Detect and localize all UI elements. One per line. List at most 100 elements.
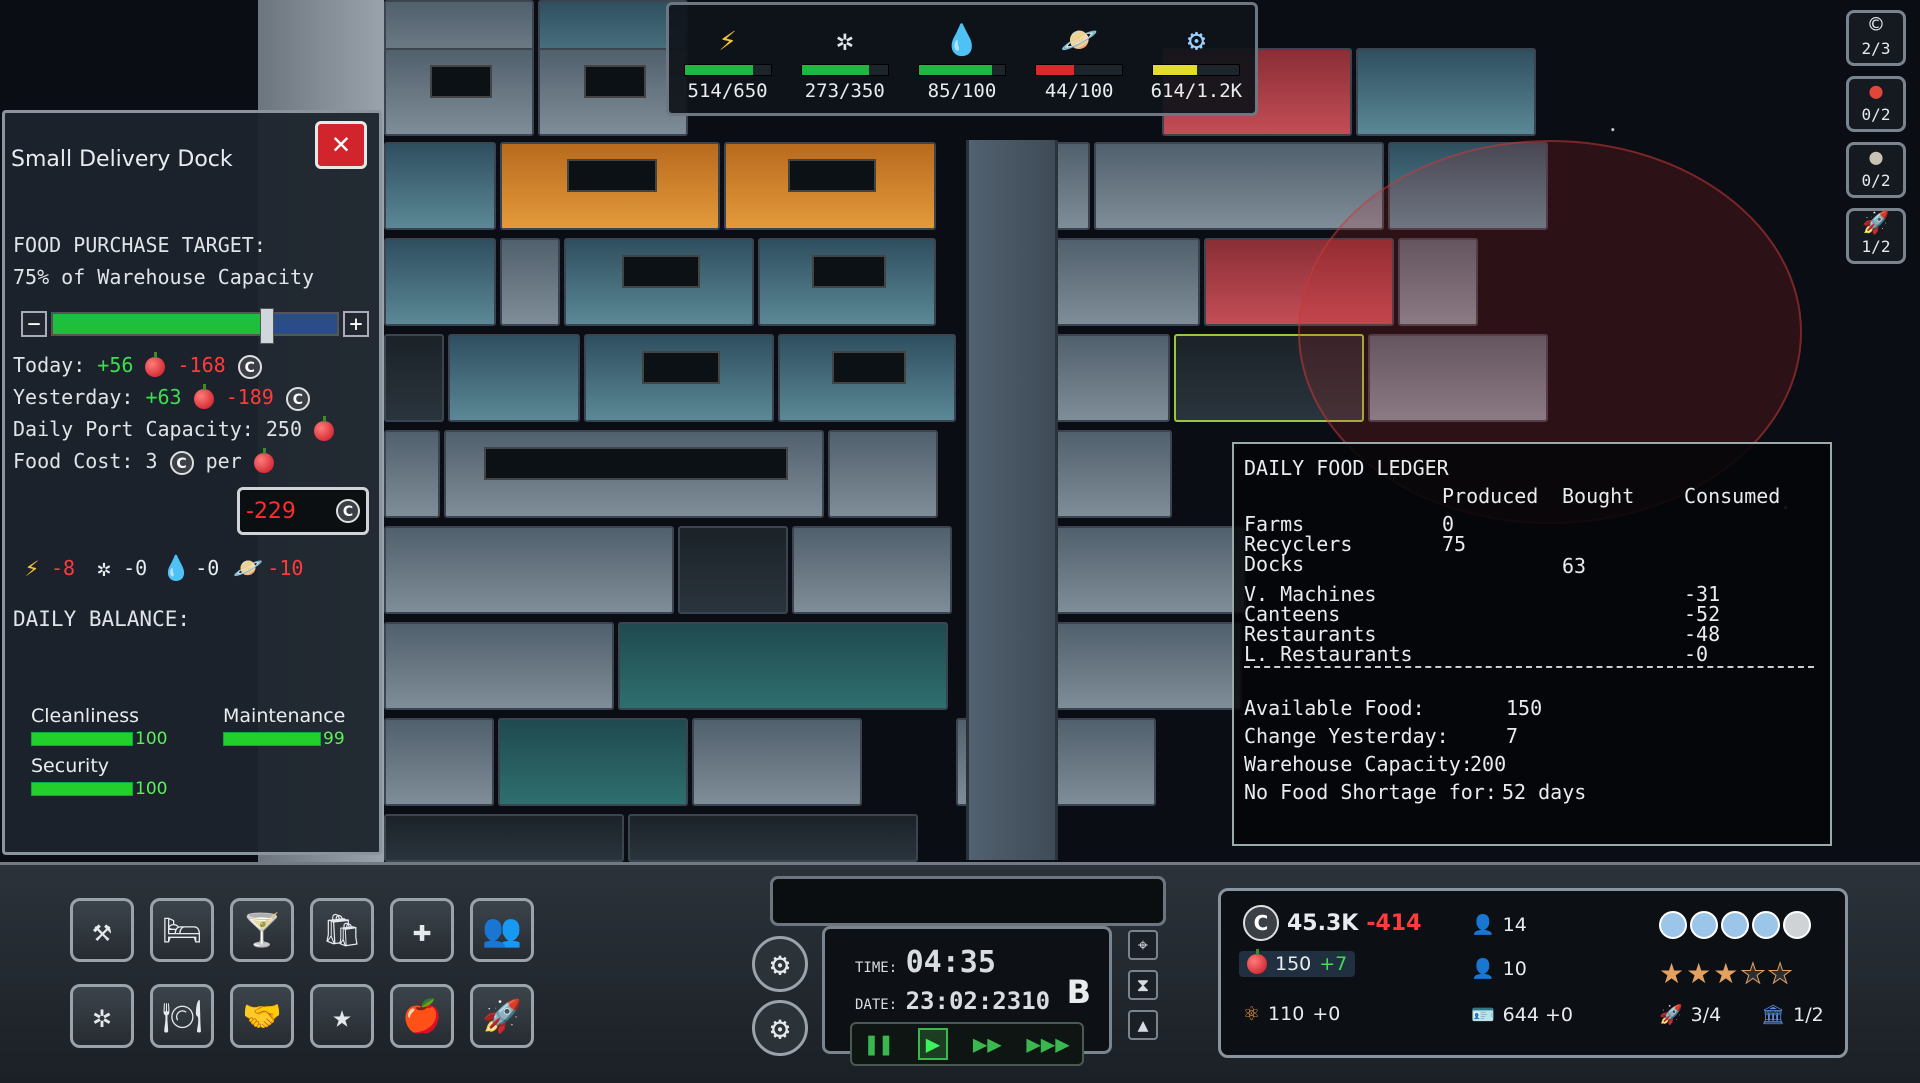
credits-goal-button[interactable]: © 2/3 xyxy=(1846,10,1906,66)
bar-button[interactable]: 🍸 xyxy=(230,898,294,962)
today-row: Today: +56 -168 C xyxy=(13,351,262,379)
resource-value: 85/100 xyxy=(927,80,997,102)
room[interactable] xyxy=(444,430,824,518)
room[interactable] xyxy=(828,430,938,518)
room[interactable] xyxy=(692,718,862,806)
room[interactable] xyxy=(758,238,936,326)
resource-water[interactable]: 💧 85/100 xyxy=(910,16,1014,102)
star-button[interactable]: ★ xyxy=(310,984,374,1048)
fast-button[interactable]: ▶▶ xyxy=(973,1030,1002,1058)
planet-delta: 🪐 -10 xyxy=(231,551,303,585)
time-mode[interactable]: B xyxy=(1067,973,1091,1011)
pyramid-button[interactable]: ▲ xyxy=(1128,1010,1158,1040)
slider-track[interactable] xyxy=(51,308,339,344)
planet-red-button[interactable]: ● 0/2 xyxy=(1846,76,1906,132)
options-button[interactable]: ⚙ xyxy=(752,1000,808,1056)
room[interactable] xyxy=(500,142,720,230)
resource-air[interactable]: ✲ 273/350 xyxy=(793,16,897,102)
ship-icon: 🚀 xyxy=(1659,1004,1683,1026)
slider-plus-button[interactable]: + xyxy=(343,311,369,337)
room[interactable] xyxy=(384,622,614,710)
credits-value: 45.3K xyxy=(1287,910,1359,936)
purchase-target-slider[interactable]: − + xyxy=(21,308,369,344)
crew-button[interactable]: 👥 xyxy=(470,898,534,962)
change-label: Change Yesterday: xyxy=(1244,724,1449,748)
beds-button[interactable]: 🛏 xyxy=(150,898,214,962)
room[interactable] xyxy=(564,238,754,326)
food-button[interactable]: 🍎 xyxy=(390,984,454,1048)
room[interactable] xyxy=(384,718,494,806)
deals-button[interactable]: 🤝 xyxy=(230,984,294,1048)
room[interactable] xyxy=(584,334,774,422)
air-delta: ✲ -0 xyxy=(87,551,147,585)
id-card-icon: 🪪 xyxy=(1471,1004,1495,1026)
ships-item[interactable]: 🚀 3/4 xyxy=(1659,1003,1722,1027)
shortage-value: 52 days xyxy=(1502,780,1587,804)
bed-icon: 🛏 xyxy=(161,911,203,949)
room[interactable] xyxy=(1042,622,1242,710)
room[interactable] xyxy=(792,526,952,614)
room[interactable] xyxy=(1356,48,1536,136)
crew-b-item[interactable]: 👤 10 xyxy=(1471,957,1527,981)
medical-button[interactable]: ✚ xyxy=(390,898,454,962)
hourglass-button[interactable]: ⧗ xyxy=(1128,970,1158,1000)
resource-fill xyxy=(1153,65,1198,75)
play-button[interactable]: ▶ xyxy=(917,1028,949,1060)
room[interactable] xyxy=(1094,142,1384,230)
room[interactable] xyxy=(778,334,956,422)
room[interactable] xyxy=(384,526,674,614)
close-button[interactable]: ✕ xyxy=(315,121,367,169)
pause-button[interactable]: ❚❚ xyxy=(864,1030,893,1058)
slider-minus-button[interactable]: − xyxy=(21,311,47,337)
elevator-shaft[interactable] xyxy=(966,140,1058,860)
time-label: TIME: xyxy=(855,960,898,976)
research-item[interactable]: ⚛ 110 +0 xyxy=(1243,1003,1340,1025)
shop-button[interactable]: 🛍 xyxy=(310,898,374,962)
room[interactable] xyxy=(1046,526,1246,614)
room[interactable] xyxy=(498,718,688,806)
room[interactable] xyxy=(1050,334,1170,422)
resource-fill xyxy=(684,65,753,75)
vent-button[interactable]: ✲ xyxy=(70,984,134,1048)
resource-planet[interactable]: 🪐 44/100 xyxy=(1027,16,1131,102)
dining-button[interactable]: 🍽 xyxy=(150,984,214,1048)
credits-item[interactable]: C 45.3K -414 xyxy=(1243,905,1421,941)
room[interactable] xyxy=(384,238,496,326)
room[interactable] xyxy=(500,238,560,326)
room[interactable] xyxy=(448,334,580,422)
ship-goal-button[interactable]: 🚀 1/2 xyxy=(1846,208,1906,264)
target-view-button[interactable]: ⌖ xyxy=(1128,930,1158,960)
ship-icon: 🚀 xyxy=(1862,211,1890,236)
faster-button[interactable]: ▶▶▶ xyxy=(1026,1030,1069,1058)
time-value: 04:35 xyxy=(905,945,996,980)
security-bar xyxy=(31,781,133,796)
food-item[interactable]: 150 +7 xyxy=(1239,949,1356,977)
capacity-label: Daily Port Capacity: xyxy=(13,417,254,441)
room[interactable] xyxy=(618,622,948,710)
today-label: Today: xyxy=(13,353,86,377)
docks-item[interactable]: 🏛 1/2 xyxy=(1761,1003,1824,1027)
planet-moon-button[interactable]: ● 0/2 xyxy=(1846,142,1906,198)
crew-a-item[interactable]: 👤 14 xyxy=(1471,913,1527,937)
build-tools-button[interactable]: ⚒ xyxy=(70,898,134,962)
room[interactable] xyxy=(384,48,534,136)
room[interactable] xyxy=(384,334,444,422)
room[interactable] xyxy=(384,430,440,518)
room[interactable] xyxy=(384,142,496,230)
room[interactable] xyxy=(628,814,918,862)
room[interactable] xyxy=(384,814,624,862)
visitors-item[interactable]: 🪪 644 +0 xyxy=(1471,1003,1573,1027)
settings-button[interactable]: ⚙ xyxy=(752,936,808,992)
ships-value: 3/4 xyxy=(1690,1003,1722,1026)
rocket-button[interactable]: 🚀 xyxy=(470,984,534,1048)
resource-power[interactable]: ⚡ 514/650 xyxy=(676,16,780,102)
slider-handle[interactable] xyxy=(260,308,274,344)
hourglass-icon: ⧗ xyxy=(1136,974,1150,996)
cocktail-icon: 🍸 xyxy=(242,911,282,949)
thumb-up-icon xyxy=(1752,911,1780,939)
room[interactable] xyxy=(724,142,936,230)
cleanliness-label: Cleanliness xyxy=(31,705,140,727)
balance-value: -229 xyxy=(246,498,296,524)
resource-tech[interactable]: ⚙ 614/1.2K xyxy=(1144,16,1248,103)
room[interactable] xyxy=(678,526,788,614)
